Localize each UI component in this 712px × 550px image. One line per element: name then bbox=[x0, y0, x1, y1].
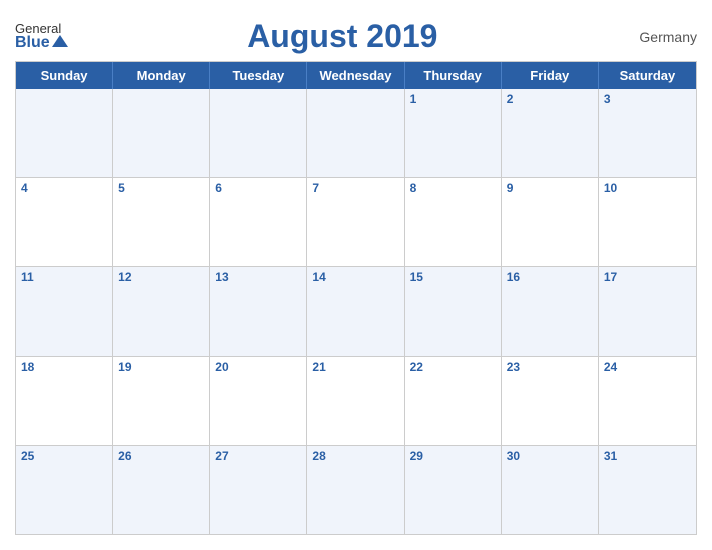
day-number: 20 bbox=[215, 360, 301, 374]
day-cell: 24 bbox=[599, 357, 696, 445]
weeks-container: 1234567891011121314151617181920212223242… bbox=[16, 89, 696, 534]
day-cell: 1 bbox=[405, 89, 502, 177]
day-number: 30 bbox=[507, 449, 593, 463]
day-number: 15 bbox=[410, 270, 496, 284]
day-cell bbox=[113, 89, 210, 177]
day-cell: 17 bbox=[599, 267, 696, 355]
day-number: 24 bbox=[604, 360, 691, 374]
calendar-header: General Blue August 2019 Germany bbox=[15, 10, 697, 61]
week-row: 456789 10 bbox=[16, 177, 696, 266]
day-number: 7 bbox=[312, 181, 398, 195]
day-number: 8 bbox=[410, 181, 496, 195]
day-cell: 19 bbox=[113, 357, 210, 445]
day-header-monday: Monday bbox=[113, 62, 210, 89]
day-number: 31 bbox=[604, 449, 691, 463]
day-cell: 21 bbox=[307, 357, 404, 445]
day-number: 6 bbox=[215, 181, 301, 195]
day-number: 2 bbox=[507, 92, 593, 106]
day-cell: 27 bbox=[210, 446, 307, 534]
day-cell: 12 bbox=[113, 267, 210, 355]
logo-blue-text: Blue bbox=[15, 35, 50, 51]
day-cell: 3 bbox=[599, 89, 696, 177]
day-header-saturday: Saturday bbox=[599, 62, 696, 89]
day-number: 23 bbox=[507, 360, 593, 374]
day-number: 22 bbox=[410, 360, 496, 374]
day-headers-row: SundayMondayTuesdayWednesdayThursdayFrid… bbox=[16, 62, 696, 89]
logo: General Blue bbox=[15, 22, 68, 51]
day-cell: 6 bbox=[210, 178, 307, 266]
day-number: 16 bbox=[507, 270, 593, 284]
day-number: 11 bbox=[21, 270, 107, 284]
day-number: 28 bbox=[312, 449, 398, 463]
day-cell bbox=[307, 89, 404, 177]
day-cell: 16 bbox=[502, 267, 599, 355]
day-number: 27 bbox=[215, 449, 301, 463]
day-cell bbox=[16, 89, 113, 177]
calendar-title: August 2019 bbox=[68, 18, 617, 55]
logo-triangle-icon bbox=[52, 35, 68, 47]
day-header-thursday: Thursday bbox=[405, 62, 502, 89]
day-number: 4 bbox=[21, 181, 107, 195]
day-cell: 18 bbox=[16, 357, 113, 445]
day-number: 25 bbox=[21, 449, 107, 463]
day-number: 1 bbox=[410, 92, 496, 106]
day-cell: 9 bbox=[502, 178, 599, 266]
day-cell: 28 bbox=[307, 446, 404, 534]
day-number: 18 bbox=[21, 360, 107, 374]
day-cell: 8 bbox=[405, 178, 502, 266]
calendar-grid: SundayMondayTuesdayWednesdayThursdayFrid… bbox=[15, 61, 697, 535]
day-cell: 14 bbox=[307, 267, 404, 355]
day-cell: 2 bbox=[502, 89, 599, 177]
day-cell: 7 bbox=[307, 178, 404, 266]
day-header-sunday: Sunday bbox=[16, 62, 113, 89]
day-number: 10 bbox=[604, 181, 691, 195]
country-label: Germany bbox=[617, 29, 697, 45]
day-cell: 25 bbox=[16, 446, 113, 534]
day-cell: 31 bbox=[599, 446, 696, 534]
day-cell: 11 bbox=[16, 267, 113, 355]
day-number: 5 bbox=[118, 181, 204, 195]
day-cell: 23 bbox=[502, 357, 599, 445]
day-number: 26 bbox=[118, 449, 204, 463]
day-cell: 5 bbox=[113, 178, 210, 266]
day-cell: 15 bbox=[405, 267, 502, 355]
day-number: 12 bbox=[118, 270, 204, 284]
day-number: 13 bbox=[215, 270, 301, 284]
day-cell: 26 bbox=[113, 446, 210, 534]
day-number: 14 bbox=[312, 270, 398, 284]
day-number: 3 bbox=[604, 92, 691, 106]
week-row: 18 19 20 21 22 23 24 bbox=[16, 356, 696, 445]
week-row: 123 bbox=[16, 89, 696, 177]
week-row: 25 26 27 28 29 30 31 bbox=[16, 445, 696, 534]
day-cell: 30 bbox=[502, 446, 599, 534]
day-cell bbox=[210, 89, 307, 177]
day-cell: 4 bbox=[16, 178, 113, 266]
day-cell: 10 bbox=[599, 178, 696, 266]
day-number: 9 bbox=[507, 181, 593, 195]
day-number: 21 bbox=[312, 360, 398, 374]
day-header-tuesday: Tuesday bbox=[210, 62, 307, 89]
day-header-wednesday: Wednesday bbox=[307, 62, 404, 89]
day-number: 19 bbox=[118, 360, 204, 374]
day-cell: 13 bbox=[210, 267, 307, 355]
day-cell: 20 bbox=[210, 357, 307, 445]
day-header-friday: Friday bbox=[502, 62, 599, 89]
week-row: 11 12 13 14 15 16 17 bbox=[16, 266, 696, 355]
day-cell: 22 bbox=[405, 357, 502, 445]
day-number: 17 bbox=[604, 270, 691, 284]
day-cell: 29 bbox=[405, 446, 502, 534]
day-number: 29 bbox=[410, 449, 496, 463]
